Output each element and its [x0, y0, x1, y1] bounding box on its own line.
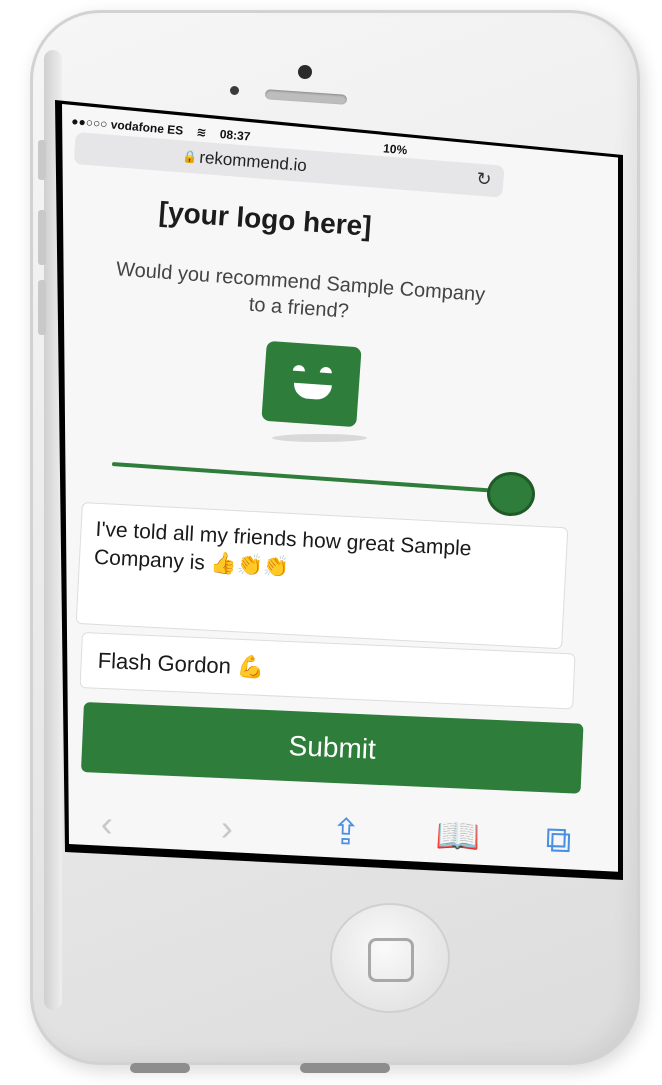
browser-viewport: ●●○○○ vodafone ES ≋ 08:37 10% 🔒 rekommen…: [62, 104, 618, 872]
rating-slider-track[interactable]: [111, 462, 512, 494]
name-value: Flash Gordon 💪: [97, 647, 265, 680]
share-icon[interactable]: ⇪: [330, 811, 362, 854]
home-button[interactable]: [330, 903, 450, 1013]
reload-icon[interactable]: ↻: [476, 169, 493, 191]
face-shadow: [272, 434, 367, 442]
back-icon[interactable]: ‹: [100, 803, 113, 845]
headphone-jack: [130, 1063, 190, 1073]
lock-icon: 🔒: [181, 149, 198, 165]
lightning-port: [300, 1063, 390, 1073]
logo-placeholder: [your logo here]: [157, 196, 373, 242]
volume-down-button: [38, 280, 46, 335]
left-eye: [292, 364, 306, 372]
feedback-text: I've told all my friends how great Sampl…: [93, 517, 473, 579]
url-text: rekommend.io: [198, 147, 308, 176]
phone-screen: ●●○○○ vodafone ES ≋ 08:37 10% 🔒 rekommen…: [55, 100, 623, 880]
earpiece-speaker: [264, 89, 348, 105]
front-camera: [298, 65, 312, 79]
submit-button[interactable]: Submit: [80, 702, 584, 794]
proximity-sensor: [230, 86, 239, 95]
smile-mouth: [292, 382, 332, 401]
clock: 08:37: [219, 126, 252, 144]
home-square-icon: [368, 938, 414, 982]
right-eye: [319, 366, 333, 374]
mute-switch: [38, 140, 46, 180]
battery-percent: 10%: [382, 141, 408, 158]
survey-question: Would you recommend Sample Company to a …: [115, 258, 486, 323]
volume-up-button: [38, 210, 46, 265]
feedback-textarea[interactable]: I've told all my friends how great Sampl…: [75, 502, 569, 650]
bookmarks-icon[interactable]: 📖: [435, 814, 481, 858]
wifi-icon: ≋: [195, 124, 208, 140]
tabs-icon[interactable]: ⧉: [545, 818, 572, 862]
smiley-face-icon: [261, 340, 362, 428]
rating-slider-thumb[interactable]: [487, 472, 535, 516]
forward-icon[interactable]: ›: [220, 807, 233, 849]
